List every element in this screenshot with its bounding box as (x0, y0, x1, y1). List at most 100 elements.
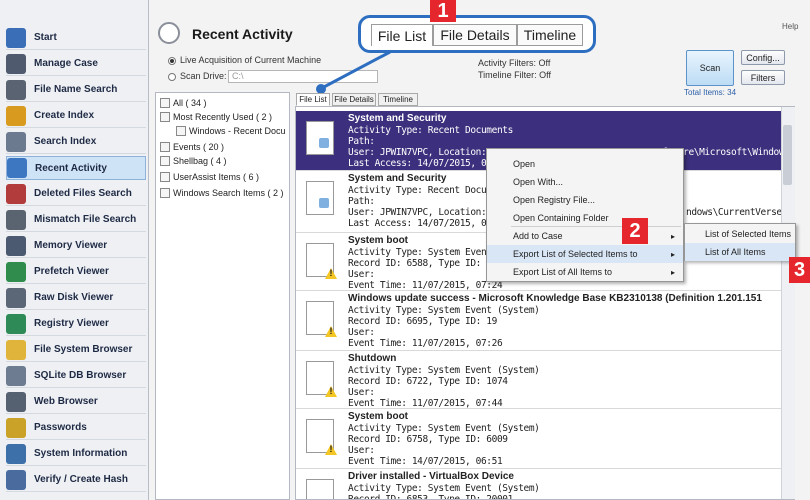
row-detail: User: (348, 327, 375, 338)
row-detail: Activity Type: System Event (System) (348, 423, 540, 434)
tab-timeline[interactable]: Timeline (378, 93, 418, 106)
search-index-icon (6, 131, 26, 152)
tab-file-list[interactable]: File List (296, 93, 330, 106)
tree-item[interactable]: Most Recently Used ( 2 ) (160, 112, 272, 122)
live-acquisition-label: Live Acquisition of Current Machine (180, 55, 322, 65)
table-row[interactable]: System bootActivity Type: System Event (… (296, 409, 782, 469)
live-acquisition-radio[interactable] (168, 57, 176, 65)
tab-file-list-large[interactable]: File List (371, 24, 433, 46)
sidebar-item-sqlite-db-browser[interactable]: SQLite DB Browser (6, 364, 146, 388)
sidebar-item-recent-activity[interactable]: Recent Activity (6, 156, 146, 180)
menu-item-export-list-of-all-items-to[interactable]: Export List of All Items to ▸ (487, 263, 683, 281)
submenu-arrow-icon: ▸ (670, 231, 675, 241)
sidebar-item-manage-case[interactable]: Manage Case (6, 52, 146, 76)
sidebar-item-file-name-search[interactable]: File Name Search (6, 78, 146, 102)
scan-button[interactable]: Scan (686, 50, 734, 86)
warning-event-icon (306, 301, 334, 335)
row-detail: Event Time: 11/07/2015, 07:24 (348, 280, 503, 291)
sidebar-item-label: Prefetch Viewer (34, 266, 109, 277)
row-title: Windows update success - Microsoft Knowl… (348, 293, 762, 304)
sidebar-item-raw-disk-viewer[interactable]: Raw Disk Viewer (6, 286, 146, 310)
sidebar-item-label: Recent Activity (35, 162, 107, 174)
tab-file-details-large[interactable]: File Details (433, 24, 517, 46)
scan-drive-radio[interactable] (168, 73, 176, 81)
row-detail: Record ID: 6758, Type ID: 6009 (348, 434, 508, 445)
menu-item-open[interactable]: Open (487, 155, 683, 173)
menu-item-export-list-of-selected-items-to[interactable]: Export List of Selected Items to ▸ (487, 245, 683, 263)
sidebar-item-deleted-files-search[interactable]: Deleted Files Search (6, 182, 146, 206)
row-detail: Record ID: 6722, Type ID: 1074 (348, 376, 508, 387)
menu-item-open-registry-file[interactable]: Open Registry File... (487, 191, 683, 209)
row-detail: User: (348, 387, 375, 398)
sidebar-item-label: File Name Search (34, 84, 118, 95)
document-icon (306, 121, 334, 155)
row-title: Driver installed - VirtualBox Device (348, 471, 514, 482)
menu-item-add-to-case[interactable]: Add to Case ▸ (487, 227, 683, 245)
page-title: Recent Activity (192, 26, 293, 42)
menu-item-label: Add to Case (513, 231, 563, 241)
tree-item[interactable]: Windows Search Items ( 2 ) (160, 188, 284, 198)
row-detail: Last Access: 14/07/2015, 08:1 (348, 218, 503, 229)
row-title: System boot (348, 411, 409, 422)
table-row[interactable]: Driver installed - VirtualBox DeviceActi… (296, 469, 782, 499)
sidebar-item-prefetch-viewer[interactable]: Prefetch Viewer (6, 260, 146, 284)
create-index-icon (6, 105, 26, 126)
tree-node-icon (160, 142, 170, 152)
tab-timeline-large[interactable]: Timeline (517, 24, 583, 46)
tree-item-label: UserAssist Items ( 6 ) (173, 172, 260, 182)
sidebar-item-create-index[interactable]: Create Index (6, 104, 146, 128)
activity-filters-status: Activity Filters: Off (478, 58, 551, 68)
warning-event-icon (306, 419, 334, 453)
sidebar-item-system-information[interactable]: System Information (6, 442, 146, 466)
tree-item[interactable]: Events ( 20 ) (160, 142, 224, 152)
list-scrollbar-thumb[interactable] (783, 125, 792, 185)
help-link[interactable]: Help (782, 22, 798, 31)
menu-item-list-of-all-items[interactable]: List of All Items (685, 243, 795, 261)
tree-item[interactable]: All ( 34 ) (160, 98, 207, 108)
sidebar-item-memory-viewer[interactable]: Memory Viewer (6, 234, 146, 258)
sidebar-item-label: Registry Viewer (34, 318, 109, 329)
callout-badge-3: 3 (789, 257, 810, 283)
sqlite-icon (6, 365, 26, 386)
tree-item[interactable]: Windows - Recent Docu (176, 126, 286, 136)
sidebar-item-passwords[interactable]: Passwords (6, 416, 146, 440)
sidebar-item-search-index[interactable]: Search Index (6, 130, 146, 154)
submenu-arrow-icon: ▸ (670, 249, 675, 259)
row-detail: Path: (348, 196, 375, 207)
sidebar-item-start[interactable]: Start (6, 26, 146, 50)
config-button[interactable]: Config... (741, 50, 785, 65)
context-menu: Open Open With... Open Registry File... Ope… (486, 148, 684, 282)
start-icon (6, 27, 26, 48)
system-info-icon (6, 443, 26, 464)
sidebar-item-label: SQLite DB Browser (34, 370, 127, 381)
row-detail: Path: (348, 136, 375, 147)
row-detail: Record ID: 6588, Type ID: 60 (348, 258, 497, 269)
table-row[interactable]: Windows update success - Microsoft Knowl… (296, 291, 782, 351)
filters-button[interactable]: Filters (741, 70, 785, 85)
tree-item-label: Shellbag ( 4 ) (173, 156, 227, 166)
row-title: System boot (348, 235, 409, 246)
sidebar-item-label: Manage Case (34, 58, 98, 69)
menu-item-list-of-selected-items[interactable]: List of Selected Items (685, 225, 795, 243)
tab-file-details[interactable]: File Details (332, 93, 376, 106)
scan-drive-label: Scan Drive: (180, 71, 227, 81)
menu-item-label: Open With... (513, 177, 564, 187)
sidebar-item-file-system-browser[interactable]: File System Browser (6, 338, 146, 362)
sidebar-item-label: Memory Viewer (34, 240, 108, 251)
tree-node-icon (160, 188, 170, 198)
sidebar-item-registry-viewer[interactable]: Registry Viewer (6, 312, 146, 336)
menu-item-open-with[interactable]: Open With... (487, 173, 683, 191)
row-detail: Activity Type: System Event (System) (348, 483, 540, 494)
tree-item[interactable]: Shellbag ( 4 ) (160, 156, 227, 166)
sidebar-item-web-browser[interactable]: Web Browser (6, 390, 146, 414)
sidebar-item-label: Deleted Files Search (34, 188, 132, 199)
menu-item-open-containing-folder[interactable]: Open Containing Folder (487, 209, 683, 227)
table-row[interactable]: ShutdownActivity Type: System Event (Sys… (296, 351, 782, 409)
sidebar-item-mismatch-file-search[interactable]: Mismatch File Search (6, 208, 146, 232)
memory-icon (6, 235, 26, 256)
tree-item[interactable]: UserAssist Items ( 6 ) (160, 172, 259, 182)
warning-event-icon (306, 243, 334, 277)
sidebar-item-label: Raw Disk Viewer (34, 292, 114, 303)
row-title: System and Security (348, 173, 447, 184)
sidebar-item-verify-create-hash[interactable]: Verify / Create Hash (6, 468, 146, 492)
